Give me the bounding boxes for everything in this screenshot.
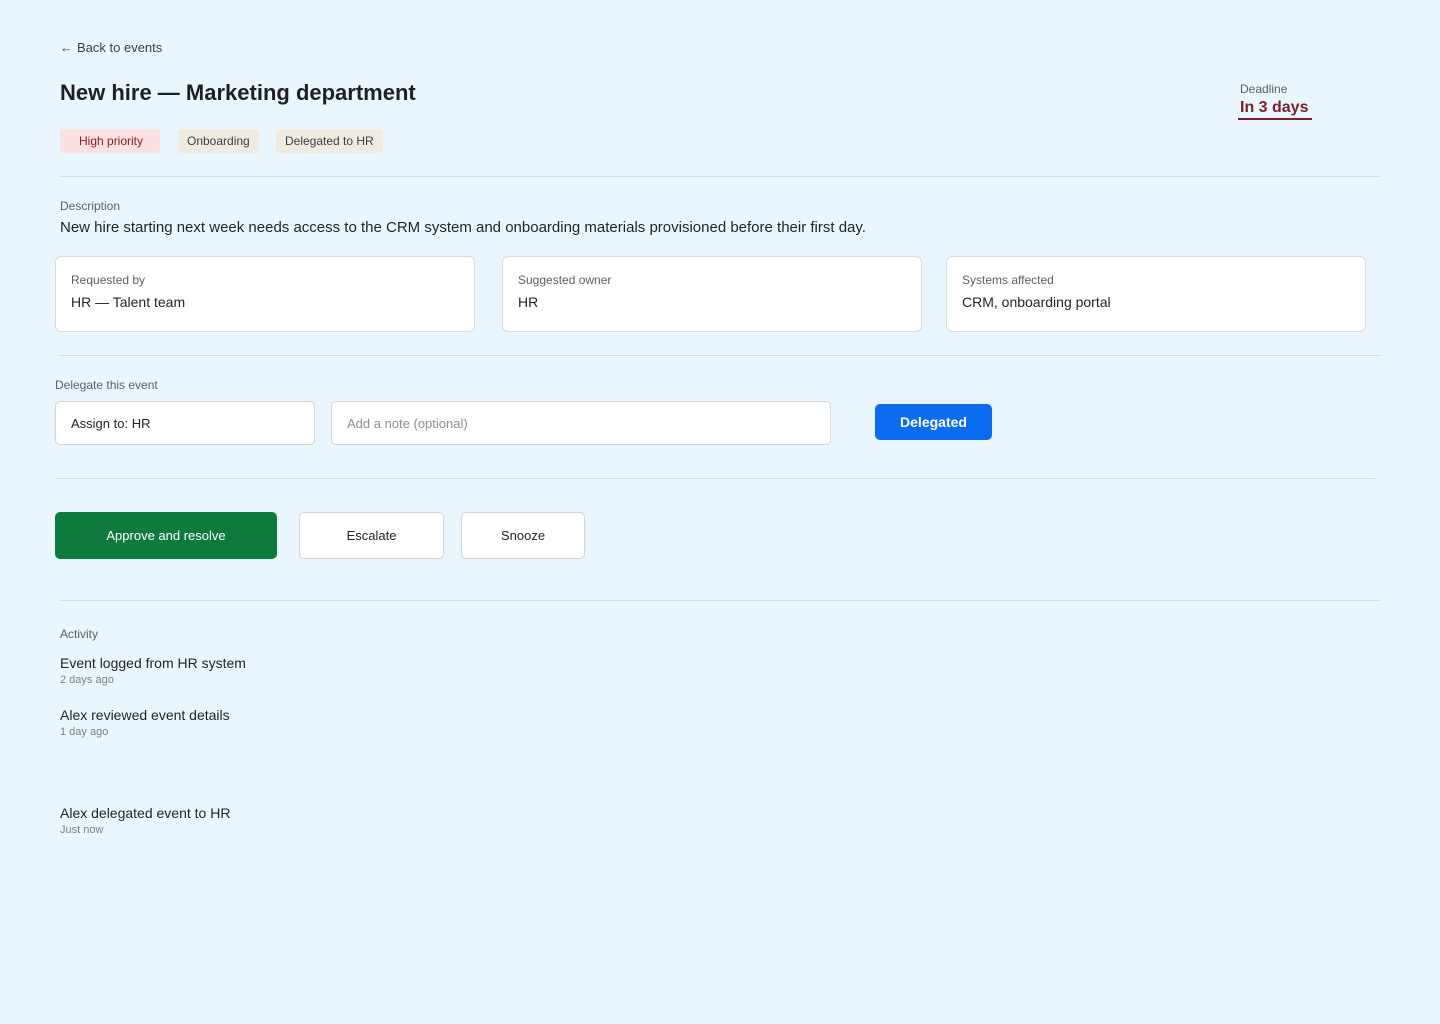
card-suggested-owner: Suggested owner HR [502,256,922,332]
activity-label: Activity [60,627,99,641]
description-text: New hire starting next week needs access… [60,219,866,236]
card-label: Systems affected [962,273,1054,287]
card-systems-affected: Systems affected CRM, onboarding portal [946,256,1366,332]
deadline-label: Deadline [1240,82,1288,96]
snooze-button[interactable]: Snooze [461,512,585,559]
divider-delegate [55,478,1375,479]
arrow-left-icon: ← [60,40,73,55]
activity-item: Event logged from HR system 2 days ago [60,655,246,686]
card-value: HR — Talent team [71,294,186,310]
card-label: Suggested owner [518,273,612,287]
description-label: Description [60,199,121,213]
activity-item: Alex reviewed event details 1 day ago [60,707,230,738]
escalate-button[interactable]: Escalate [299,512,444,559]
tag-delegated: Delegated to HR [276,129,383,153]
page-title: New hire — Marketing department [60,80,416,105]
activity-time: 1 day ago [60,726,109,738]
approve-and-resolve-button[interactable]: Approve and resolve [55,512,277,559]
divider-cards [60,355,1380,356]
activity-title: Alex reviewed event details [60,707,230,723]
activity-item: Alex delegated event to HR Just now [60,805,230,836]
divider-actions [60,600,1380,601]
tag-high-priority: High priority [60,129,161,153]
card-label: Requested by [71,273,146,287]
activity-time: 2 days ago [60,674,114,686]
back-to-events-link[interactable]: ← Back to events [60,40,162,55]
note-input[interactable] [331,401,831,445]
activity-title: Event logged from HR system [60,655,246,671]
activity-time: Just now [60,824,104,836]
assign-to-select[interactable]: Assign to: HR [55,401,315,445]
delegate-label: Delegate this event [55,378,158,392]
divider-header [60,176,1380,177]
delegated-button[interactable]: Delegated [875,404,992,440]
card-value: HR [518,294,539,310]
tag-onboarding: Onboarding [178,129,259,153]
deadline-value: In 3 days [1238,99,1313,120]
back-link-label: Back to events [77,40,163,55]
card-value: CRM, onboarding portal [962,294,1111,310]
card-requested-by: Requested by HR — Talent team [55,256,475,332]
activity-title: Alex delegated event to HR [60,805,231,821]
